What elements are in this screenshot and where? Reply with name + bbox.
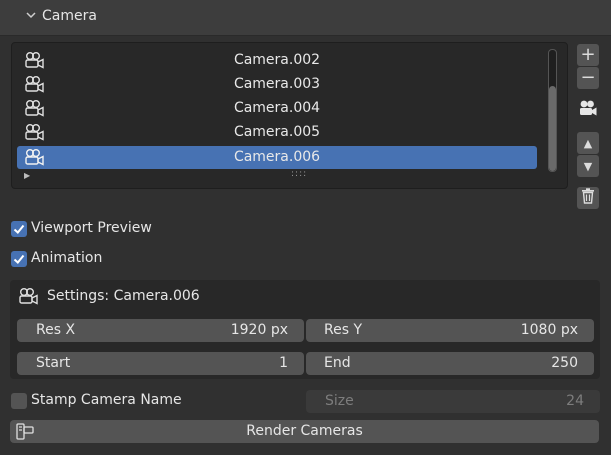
- list-item-label: Camera.002: [233, 52, 321, 68]
- list-item-label: Camera.004: [233, 100, 321, 116]
- delete-button[interactable]: [577, 187, 599, 209]
- move-up-button[interactable]: ▲: [577, 132, 599, 154]
- list-item[interactable]: Camera.003: [17, 73, 537, 96]
- chevron-down-icon[interactable]: [25, 9, 37, 25]
- list-scrollbar[interactable]: [548, 49, 557, 172]
- end-label: End: [324, 355, 351, 371]
- list-item-selected[interactable]: Camera.006: [17, 146, 537, 169]
- list-item-label: Camera.005: [233, 124, 321, 140]
- start-field[interactable]: Start 1: [17, 352, 304, 375]
- camera-view-button[interactable]: [577, 99, 599, 121]
- res-y-field[interactable]: Res Y 1080 px: [306, 319, 594, 342]
- size-value: 24: [566, 393, 584, 409]
- triangle-down-icon: ▼: [583, 159, 593, 173]
- remove-button[interactable]: −: [577, 67, 599, 89]
- camera-list: Camera.002 Camera.003 Camera.004 Camera.…: [11, 42, 568, 189]
- res-y-label: Res Y: [324, 322, 363, 338]
- resize-grip[interactable]: ::::: [291, 169, 307, 179]
- add-button[interactable]: +: [577, 44, 599, 66]
- res-x-field[interactable]: Res X 1920 px: [17, 319, 304, 342]
- expand-arrow-icon[interactable]: ▶: [24, 171, 30, 180]
- stamp-camera-name-checkbox[interactable]: [11, 393, 27, 409]
- animation-checkbox[interactable]: [11, 251, 27, 267]
- res-y-value: 1080 px: [520, 322, 578, 338]
- scrollbar-thumb[interactable]: [549, 86, 556, 171]
- checkmark-icon: [13, 224, 25, 234]
- size-label: Size: [325, 393, 354, 409]
- panel-header[interactable]: Camera: [0, 0, 611, 36]
- res-x-value: 1920 px: [230, 322, 288, 338]
- viewport-preview-checkbox[interactable]: [11, 221, 27, 237]
- stamp-camera-name-label: Stamp Camera Name: [31, 392, 182, 408]
- start-label: Start: [36, 355, 71, 371]
- render-cameras-label: Render Cameras: [246, 423, 363, 439]
- move-down-button[interactable]: ▼: [577, 155, 599, 177]
- camera-icon: [578, 99, 598, 121]
- end-field[interactable]: End 250: [306, 352, 594, 375]
- viewport-preview-label: Viewport Preview: [31, 220, 152, 236]
- list-item[interactable]: Camera.004: [17, 97, 537, 120]
- plus-icon: +: [580, 44, 596, 65]
- list-item[interactable]: Camera.002: [17, 49, 537, 72]
- stamp-size-field: Size 24: [306, 390, 600, 413]
- res-x-label: Res X: [36, 322, 76, 338]
- end-value: 250: [551, 355, 578, 371]
- list-item-label: Camera.006: [233, 149, 321, 165]
- panel-title: Camera: [42, 8, 97, 24]
- settings-panel: Settings: Camera.006 Res X 1920 px Res Y…: [10, 280, 600, 379]
- triangle-up-icon: ▲: [583, 136, 593, 150]
- list-item[interactable]: Camera.005: [17, 121, 537, 144]
- checkmark-icon: [13, 254, 25, 264]
- settings-title: Settings: Camera.006: [47, 288, 200, 304]
- camera-icon: [18, 287, 40, 310]
- render-cameras-button[interactable]: Render Cameras: [10, 420, 599, 443]
- minus-icon: −: [580, 67, 596, 88]
- trash-icon: [581, 188, 595, 208]
- camera-panel: Camera Camera.002 Camera.003 Camera.004: [0, 0, 611, 455]
- start-value: 1: [279, 355, 288, 371]
- animation-label: Animation: [31, 250, 103, 266]
- list-item-label: Camera.003: [233, 76, 321, 92]
